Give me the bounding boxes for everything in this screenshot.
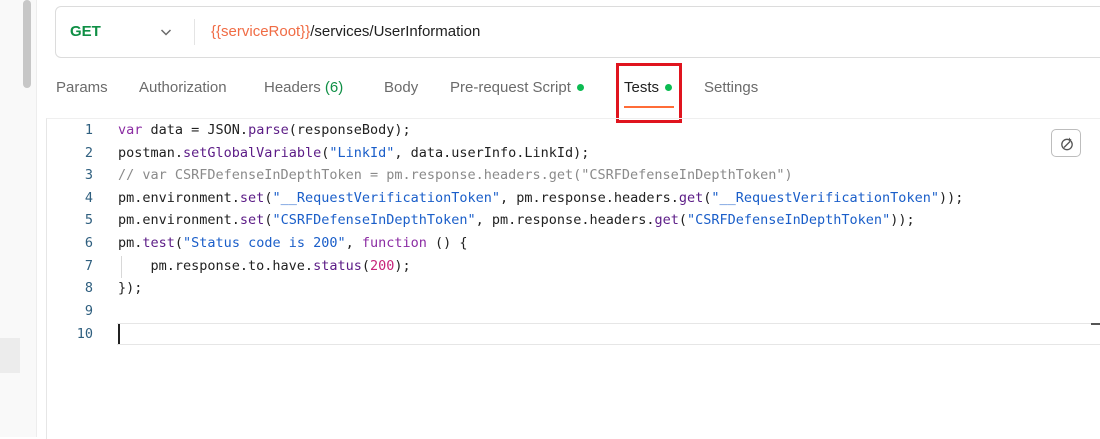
- tab-pre-request-label: Pre-request Script: [450, 79, 571, 96]
- code-editor[interactable]: 1 2 3 4 5 6 7 8 9 10 var data = JSON.par…: [46, 118, 1100, 439]
- line-number: 4: [84, 190, 93, 206]
- code-line: pm.environment.set("__RequestVerificatio…: [118, 190, 964, 206]
- headers-count-badge: (6): [324, 79, 344, 96]
- url-divider: [194, 19, 195, 45]
- code-line: pm.test("Status code is 200", function (…: [118, 235, 468, 251]
- line-number: 3: [84, 167, 93, 183]
- tab-body[interactable]: Body: [384, 78, 418, 98]
- beautify-icon: [1061, 137, 1073, 151]
- tab-settings[interactable]: Settings: [704, 78, 758, 98]
- sidebar-item[interactable]: [0, 338, 20, 373]
- scrollbar-thumb[interactable]: [23, 0, 31, 88]
- code-line: pm.environment.set("CSRFDefenseInDepthTo…: [118, 212, 915, 228]
- line-number: 2: [84, 145, 93, 161]
- url-path: /services/UserInformation: [310, 23, 481, 40]
- highlight-box: [616, 63, 682, 123]
- tab-pre-request-script[interactable]: Pre-request Script: [450, 78, 584, 98]
- tab-headers-label: Headers: [264, 79, 321, 96]
- active-line-highlight: [117, 323, 1100, 345]
- line-number: 9: [84, 303, 93, 319]
- code-line: });: [118, 280, 143, 296]
- tab-authorization[interactable]: Authorization: [139, 78, 227, 98]
- beautify-button[interactable]: [1051, 129, 1081, 157]
- code-line: pm.response.to.have.status(200);: [118, 258, 411, 274]
- line-number: 8: [84, 280, 93, 296]
- tab-headers[interactable]: Headers (6): [264, 78, 343, 98]
- url-variable: {{serviceRoot}}: [211, 23, 311, 40]
- line-number: 6: [84, 235, 93, 251]
- indent-guide: [121, 256, 122, 278]
- chevron-down-icon[interactable]: [160, 26, 172, 38]
- line-number: 7: [84, 258, 93, 274]
- url-input[interactable]: {{serviceRoot}}/services/UserInformation: [211, 7, 480, 57]
- line-number: 1: [84, 122, 93, 138]
- code-line: var data = JSON.parse(responseBody);: [118, 122, 411, 138]
- line-number: 10: [76, 326, 93, 342]
- method-select[interactable]: GET: [70, 7, 101, 57]
- url-bar: GET {{serviceRoot}}/services/UserInforma…: [55, 6, 1100, 58]
- code-line: // var CSRFDefenseInDepthToken = pm.resp…: [118, 167, 793, 183]
- status-dot: [576, 83, 584, 91]
- scroll-edge-mark: [1091, 323, 1100, 325]
- left-sidebar-strip: [0, 0, 37, 437]
- tab-params[interactable]: Params: [56, 78, 108, 98]
- line-number: 5: [84, 212, 93, 228]
- code-line: postman.setGlobalVariable("LinkId", data…: [118, 145, 590, 161]
- text-cursor: [118, 324, 120, 344]
